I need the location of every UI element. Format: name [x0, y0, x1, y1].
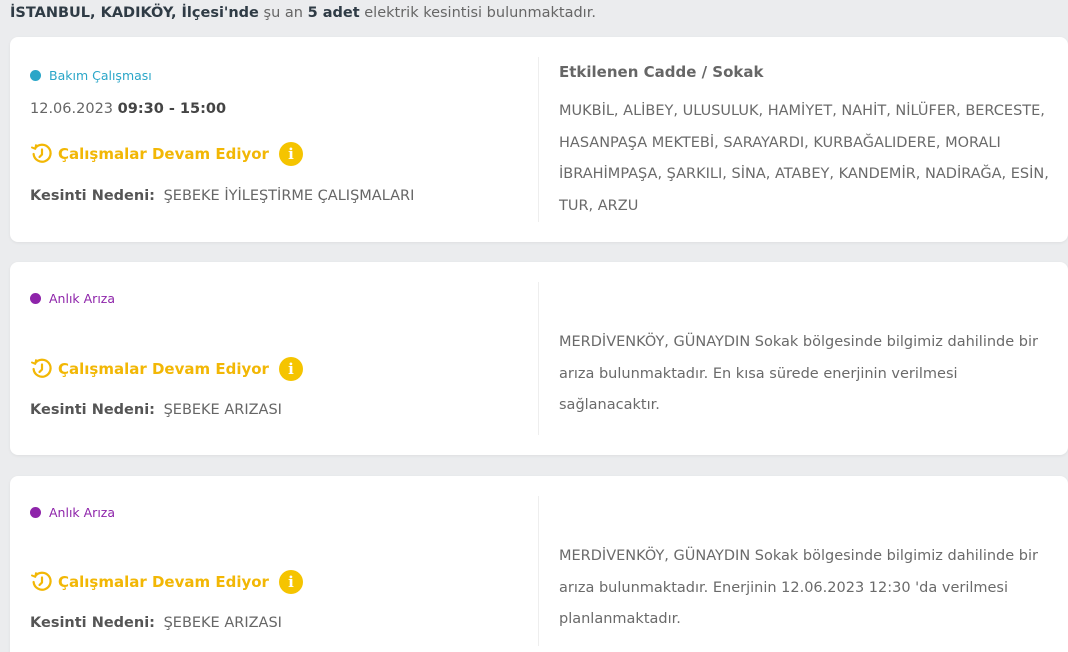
outage-card: Anlık Arıza Çalışmalar Devam Ediyor i Ke…	[10, 476, 1068, 652]
maintenance-dot-icon	[30, 70, 41, 81]
outage-reason: Kesinti Nedeni: ŞEBEKE ARIZASI	[30, 615, 282, 631]
summary-mid: şu an	[263, 5, 303, 21]
outage-type-label: Bakım Çalışması	[49, 68, 152, 83]
clock-history-icon	[31, 571, 52, 591]
outage-status: Çalışmalar Devam Ediyor i	[30, 570, 303, 594]
info-icon[interactable]: i	[278, 142, 303, 166]
info-icon[interactable]: i	[278, 570, 303, 594]
outage-type-label: Anlık Arıza	[49, 291, 116, 306]
outage-reason-value: ŞEBEKE ARIZASI	[163, 402, 282, 418]
outage-type: Anlık Arıza	[30, 505, 115, 520]
outage-reason-label: Kesinti Nedeni:	[30, 402, 155, 418]
card-divider	[538, 57, 539, 222]
outage-type-label: Anlık Arıza	[49, 505, 116, 520]
affected-streets-title: Etkilenen Cadde / Sokak	[559, 63, 764, 81]
outage-summary: İSTANBUL, KADIKÖY, İlçesi'nde şu an 5 ad…	[10, 5, 596, 21]
card-divider	[538, 282, 539, 435]
outage-card: Bakım Çalışması 12.06.2023 09:30 - 15:00…	[10, 37, 1068, 242]
outage-status-label: Çalışmalar Devam Ediyor	[58, 573, 269, 591]
outage-status: Çalışmalar Devam Ediyor i	[30, 357, 303, 381]
clock-history-icon	[31, 143, 52, 163]
outage-reason-value: ŞEBEKE ARIZASI	[163, 615, 282, 631]
outage-date: 12.06.2023 09:30 - 15:00	[30, 101, 226, 117]
affected-streets-list: MUKBİL, ALİBEY, ULUSULUK, HAMİYET, NAHİT…	[559, 103, 1049, 215]
outage-type: Anlık Arıza	[30, 291, 115, 306]
outage-card: Anlık Arıza Çalışmalar Devam Ediyor i Ke…	[10, 262, 1068, 455]
fault-dot-icon	[30, 293, 41, 304]
outage-reason: Kesinti Nedeni: ŞEBEKE ARIZASI	[30, 402, 282, 418]
outage-time-range: 09:30 - 15:00	[117, 101, 227, 117]
outage-status-label: Çalışmalar Devam Ediyor	[58, 360, 269, 378]
outage-reason-label: Kesinti Nedeni:	[30, 188, 155, 204]
info-icon[interactable]: i	[278, 357, 303, 381]
summary-count: 5 adet	[307, 5, 360, 21]
outage-reason-label: Kesinti Nedeni:	[30, 615, 155, 631]
outage-reason-value: ŞEBEKE İYİLEŞTİRME ÇALIŞMALARI	[163, 188, 415, 204]
outage-date-value: 12.06.2023	[30, 101, 114, 117]
card-divider	[538, 496, 539, 646]
clock-history-icon	[31, 358, 52, 378]
summary-rest: elektrik kesintisi bulunmaktadır.	[364, 5, 596, 21]
outage-type: Bakım Çalışması	[30, 68, 152, 83]
outage-description: MERDİVENKÖY, GÜNAYDIN Sokak bölgesinde b…	[559, 334, 1038, 414]
summary-location: İSTANBUL, KADIKÖY, İlçesi'nde	[10, 5, 259, 21]
outage-description: MERDİVENKÖY, GÜNAYDIN Sokak bölgesinde b…	[559, 548, 1038, 628]
outage-status-label: Çalışmalar Devam Ediyor	[58, 145, 269, 163]
outage-reason: Kesinti Nedeni: ŞEBEKE İYİLEŞTİRME ÇALIŞ…	[30, 188, 414, 204]
outage-status: Çalışmalar Devam Ediyor i	[30, 142, 303, 166]
fault-dot-icon	[30, 507, 41, 518]
